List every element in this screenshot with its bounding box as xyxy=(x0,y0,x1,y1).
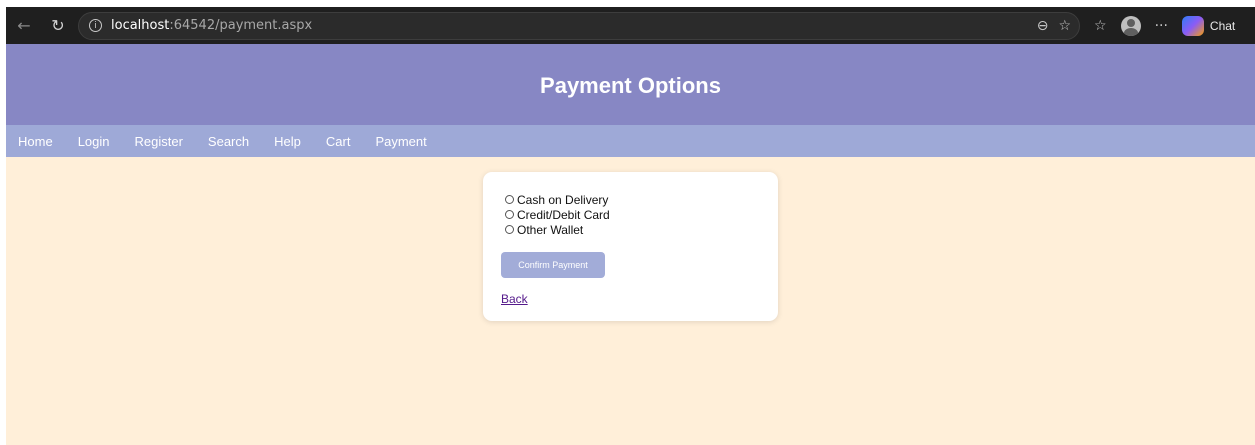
zoom-out-icon[interactable]: ⊖ xyxy=(1037,18,1049,34)
back-link[interactable]: Back xyxy=(501,292,528,306)
payment-option-label: Other Wallet xyxy=(517,222,584,237)
url-path: :64542/payment.aspx xyxy=(169,18,313,33)
back-arrow-icon[interactable]: ← xyxy=(12,14,36,38)
nav-item-register[interactable]: Register xyxy=(135,134,183,149)
payment-option-cod[interactable]: Cash on Delivery xyxy=(505,192,778,207)
nav-item-search[interactable]: Search xyxy=(208,134,249,149)
page-title: Payment Options xyxy=(540,72,721,98)
payment-option-label: Cash on Delivery xyxy=(517,192,609,207)
payment-option-card[interactable]: Credit/Debit Card xyxy=(505,207,778,222)
browser-toolbar: ← ↻ i localhost:64542/payment.aspx ⊖ ☆ ☆… xyxy=(6,7,1255,44)
url-text[interactable]: localhost:64542/payment.aspx xyxy=(111,18,312,33)
nav-item-payment[interactable]: Payment xyxy=(375,134,426,149)
copilot-icon[interactable] xyxy=(1181,15,1204,36)
confirm-payment-button[interactable]: Confirm Payment xyxy=(501,252,605,278)
nav-item-help[interactable]: Help xyxy=(274,134,301,149)
page-content: Payment Options Home Login Register Sear… xyxy=(6,44,1255,445)
profile-avatar-icon[interactable] xyxy=(1120,15,1141,36)
payment-card: Cash on Delivery Credit/Debit Card Other… xyxy=(483,172,778,321)
nav-item-home[interactable]: Home xyxy=(18,134,53,149)
page-header: Payment Options xyxy=(6,44,1255,125)
radio-button[interactable] xyxy=(505,210,514,219)
nav-item-login[interactable]: Login xyxy=(78,134,110,149)
radio-button[interactable] xyxy=(505,195,514,204)
payment-option-label: Credit/Debit Card xyxy=(517,207,610,222)
url-host: localhost xyxy=(111,18,170,33)
reload-icon[interactable]: ↻ xyxy=(46,14,70,38)
nav-item-cart[interactable]: Cart xyxy=(326,134,351,149)
nav-menu: Home Login Register Search Help Cart Pay… xyxy=(6,125,1255,157)
radio-button[interactable] xyxy=(505,225,514,234)
more-options-icon[interactable]: ··· xyxy=(1155,18,1168,34)
favorites-list-icon[interactable]: ☆ xyxy=(1094,18,1107,34)
info-icon[interactable]: i xyxy=(89,19,102,32)
payment-option-wallet[interactable]: Other Wallet xyxy=(505,222,778,237)
address-bar[interactable]: i localhost:64542/payment.aspx ⊖ ☆ xyxy=(78,11,1080,40)
favorite-star-icon[interactable]: ☆ xyxy=(1058,18,1071,34)
chat-label[interactable]: Chat xyxy=(1210,19,1235,33)
